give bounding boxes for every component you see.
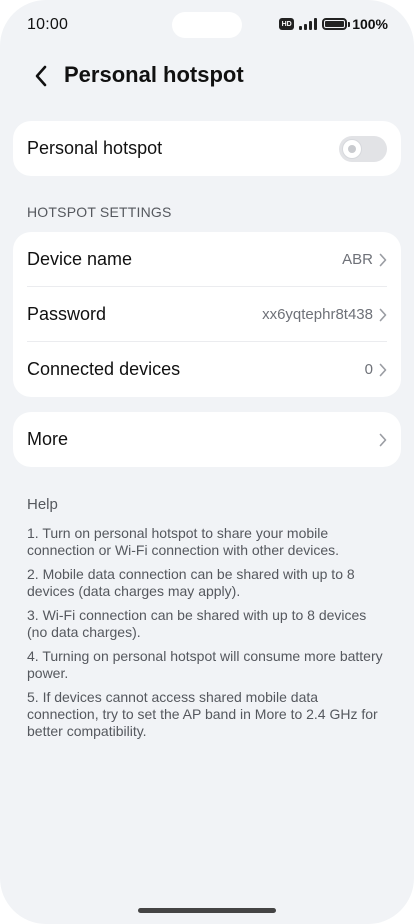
page-header: Personal hotspot — [0, 50, 414, 102]
status-bar: 10:00 HD 100% — [0, 0, 414, 50]
connected-devices-label: Connected devices — [27, 359, 181, 379]
help-item: 5. If devices cannot access shared mobil… — [27, 689, 378, 739]
hotspot-toggle-label: Personal hotspot — [27, 138, 163, 158]
chevron-right-icon — [379, 308, 387, 322]
connected-devices-value: 0 — [364, 361, 373, 378]
password-value: xx6yqtephr8t438 — [262, 306, 373, 323]
more-row[interactable]: More — [13, 412, 401, 467]
device-name-label: Device name — [27, 249, 133, 269]
connected-devices-row[interactable]: Connected devices 0 — [13, 342, 401, 397]
more-card: More — [13, 412, 401, 467]
password-label: Password — [27, 304, 107, 324]
battery-percentage: 100% — [352, 16, 388, 32]
device-name-row[interactable]: Device name ABR — [13, 232, 401, 287]
toggle-knob — [343, 139, 361, 158]
section-header-hotspot-settings: HOTSPOT SETTINGS — [27, 204, 172, 220]
help-item: 3. Wi-Fi connection can be shared with u… — [27, 607, 367, 640]
back-button[interactable] — [26, 60, 56, 92]
hotspot-settings-card: Device name ABR Password xx6yqtephr8t438… — [13, 232, 401, 397]
page-title: Personal hotspot — [64, 62, 244, 87]
hotspot-toggle-switch[interactable] — [339, 135, 387, 162]
status-time: 10:00 — [27, 16, 69, 33]
battery-icon — [322, 18, 351, 30]
phone-screen: 10:00 HD 100% Personal hotspot Personal … — [0, 0, 414, 924]
camera-notch — [172, 12, 242, 38]
signal-icon — [299, 18, 318, 30]
help-title: Help — [27, 496, 58, 513]
device-name-value: ABR — [342, 251, 373, 268]
chevron-right-icon — [379, 433, 387, 447]
more-label: More — [27, 429, 69, 449]
chevron-left-icon — [35, 65, 47, 87]
hotspot-toggle-card: Personal hotspot — [13, 121, 401, 176]
password-row[interactable]: Password xx6yqtephr8t438 — [13, 287, 401, 342]
hd-badge: HD — [279, 18, 295, 30]
chevron-right-icon — [379, 363, 387, 377]
chevron-right-icon — [379, 253, 387, 267]
help-item: 4. Turning on personal hotspot will cons… — [27, 648, 383, 681]
help-section: Help 1. Turn on personal hotspot to shar… — [27, 496, 389, 747]
home-indicator[interactable] — [138, 908, 276, 913]
hotspot-toggle-row[interactable]: Personal hotspot — [13, 121, 401, 176]
status-icons: HD 100% — [279, 14, 388, 34]
help-item: 1. Turn on personal hotspot to share you… — [27, 525, 340, 558]
help-item: 2. Mobile data connection can be shared … — [27, 566, 355, 599]
